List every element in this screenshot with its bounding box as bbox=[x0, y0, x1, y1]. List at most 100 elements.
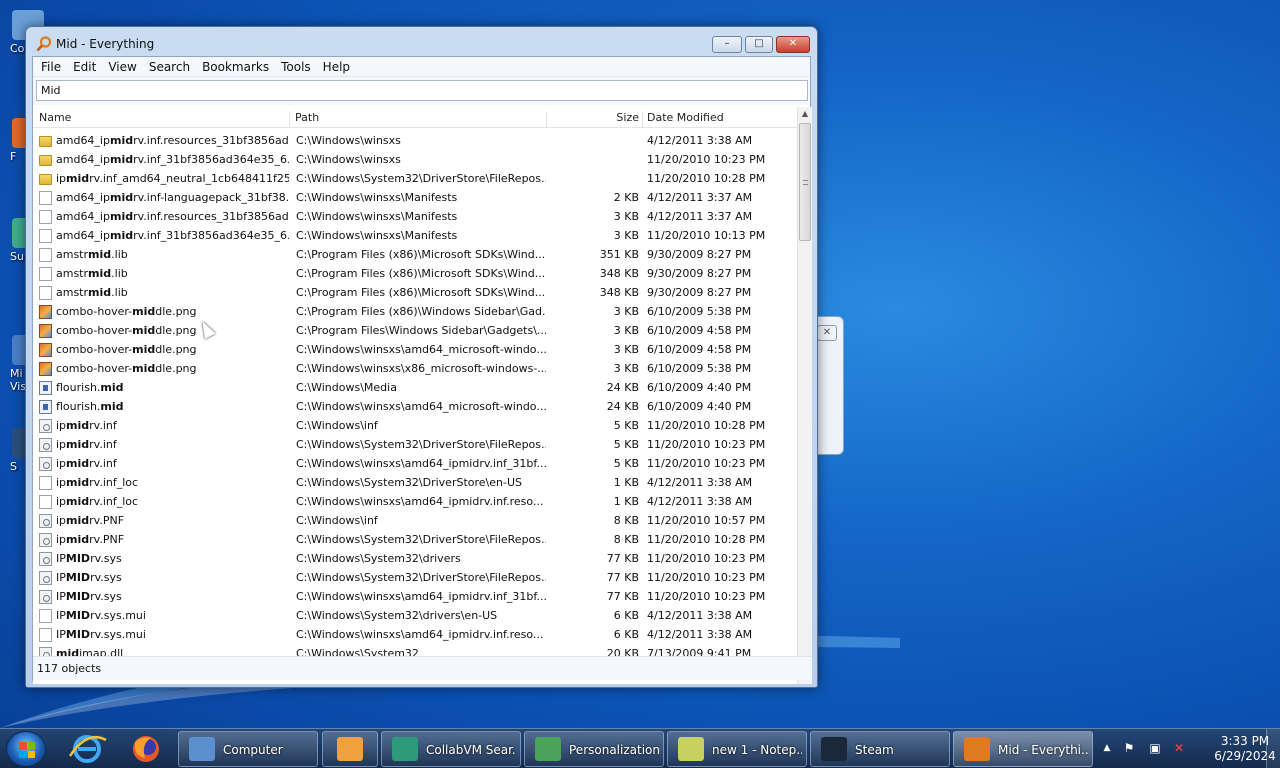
table-row[interactable]: ipmidrv.inf C:\Windows\inf 5 KB 11/20/2010 … bbox=[33, 416, 797, 435]
menu-file[interactable]: File bbox=[35, 60, 67, 74]
search-match-highlight: mid bbox=[66, 533, 90, 546]
task-label: new 1 - Notep... bbox=[712, 743, 802, 757]
column-size[interactable]: Size bbox=[553, 111, 639, 124]
table-row[interactable]: ipmidrv.inf_loc C:\Windows\winsxs\amd64_i… bbox=[33, 492, 797, 511]
windows-logo-icon bbox=[19, 742, 35, 758]
task-computer[interactable]: Computer bbox=[178, 731, 318, 767]
firefox-icon[interactable] bbox=[121, 732, 171, 766]
title-bar[interactable]: Mid - Everything – □ ✕ bbox=[26, 27, 817, 57]
settings-file-icon bbox=[39, 438, 52, 452]
file-name-part: .lib bbox=[111, 267, 128, 280]
task-media-player[interactable] bbox=[322, 731, 378, 767]
table-row[interactable]: amd64_ipmidrv.inf.resources_31bf3856ad3.… bbox=[33, 131, 797, 150]
column-divider[interactable] bbox=[289, 111, 290, 128]
table-row[interactable]: IPMIDrv.sys C:\Windows\winsxs\amd64_ipmid… bbox=[33, 587, 797, 606]
minimize-button[interactable]: – bbox=[712, 36, 742, 53]
close-button[interactable]: ✕ bbox=[776, 36, 810, 53]
column-date-modified[interactable]: Date Modified bbox=[647, 111, 724, 124]
file-name: amd64_ipmidrv.inf_31bf3856ad364e35_6.1..… bbox=[56, 153, 289, 166]
vertical-scrollbar[interactable]: ▲ ▼ bbox=[797, 107, 812, 684]
menu-help[interactable]: Help bbox=[317, 60, 356, 74]
table-row[interactable]: amstrmid.lib C:\Program Files (x86)\Micro… bbox=[33, 283, 797, 302]
table-row[interactable]: combo-hover-middle.png C:\Program Files (… bbox=[33, 302, 797, 321]
table-row[interactable]: amd64_ipmidrv.inf_31bf3856ad364e35_6.1..… bbox=[33, 150, 797, 169]
table-row[interactable]: IPMIDrv.sys.mui C:\Windows\winsxs\amd64_i… bbox=[33, 625, 797, 644]
image-file-icon bbox=[39, 324, 52, 338]
date-modified: 6/10/2009 5:38 PM bbox=[647, 362, 752, 375]
file-path: C:\Windows\System32\DriverStore\FileRepo… bbox=[296, 533, 546, 546]
date-modified: 4/12/2011 3:37 AM bbox=[647, 210, 753, 223]
file-name-part: dle.png bbox=[155, 362, 197, 375]
search-match-highlight: mid bbox=[88, 286, 112, 299]
file-name-part: rv.sys bbox=[90, 552, 122, 565]
menu-search[interactable]: Search bbox=[143, 60, 196, 74]
maximize-button[interactable]: □ bbox=[745, 36, 773, 53]
table-row[interactable]: combo-hover-middle.png C:\Windows\winsxs\… bbox=[33, 340, 797, 359]
table-row[interactable]: ipmidrv.PNF C:\Windows\System32\DriverSto… bbox=[33, 530, 797, 549]
menu-edit[interactable]: Edit bbox=[67, 60, 102, 74]
table-row[interactable]: IPMIDrv.sys C:\Windows\System32\drivers 77… bbox=[33, 549, 797, 568]
table-row[interactable]: flourish.mid C:\Windows\winsxs\amd64_micr… bbox=[33, 397, 797, 416]
table-row[interactable]: amstrmid.lib C:\Program Files (x86)\Micro… bbox=[33, 264, 797, 283]
table-row[interactable]: amstrmid.lib C:\Program Files (x86)\Micro… bbox=[33, 245, 797, 264]
results-list[interactable]: Name Path Size Date Modified amd64_ipmid… bbox=[33, 107, 812, 684]
column-divider[interactable] bbox=[546, 111, 547, 128]
file-path: C:\Windows\System32\DriverStore\FileRepo… bbox=[296, 438, 546, 451]
scrollbar-thumb[interactable] bbox=[799, 123, 811, 241]
date-modified: 11/20/2010 10:23 PM bbox=[647, 552, 766, 565]
task-steam[interactable]: Steam bbox=[810, 731, 950, 767]
file-name-part: rv.sys.mui bbox=[90, 628, 146, 641]
task-notepad[interactable]: new 1 - Notep... bbox=[667, 731, 807, 767]
table-row[interactable]: ipmidrv.inf C:\Windows\System32\DriverSto… bbox=[33, 435, 797, 454]
column-divider[interactable] bbox=[642, 111, 643, 128]
date-modified: 9/30/2009 8:27 PM bbox=[647, 286, 752, 299]
table-row[interactable]: amd64_ipmidrv.inf-languagepack_31bf38...… bbox=[33, 188, 797, 207]
scroll-up-arrow-icon[interactable]: ▲ bbox=[800, 109, 810, 121]
table-row[interactable]: IPMIDrv.sys.mui C:\Windows\System32\drive… bbox=[33, 606, 797, 625]
file-size: 77 KB bbox=[606, 552, 639, 565]
file-name-part: IP bbox=[56, 628, 66, 641]
table-row[interactable]: IPMIDrv.sys C:\Windows\System32\DriverSto… bbox=[33, 568, 797, 587]
table-row[interactable]: ipmidrv.inf_amd64_neutral_1cb648411f252.… bbox=[33, 169, 797, 188]
file-name: amd64_ipmidrv.inf.resources_31bf3856ad3.… bbox=[56, 210, 289, 223]
settings-file-icon bbox=[39, 533, 52, 547]
file-name-part: amd64_ip bbox=[56, 229, 110, 242]
search-match-highlight: mid bbox=[88, 248, 112, 261]
menu-view[interactable]: View bbox=[102, 60, 142, 74]
menu-bookmarks[interactable]: Bookmarks bbox=[196, 60, 275, 74]
search-match-highlight: mid bbox=[66, 476, 90, 489]
file-name-part: rv.inf.resources_31bf3856ad3... bbox=[133, 134, 289, 147]
start-button[interactable] bbox=[6, 731, 46, 767]
close-icon[interactable]: ✕ bbox=[817, 325, 837, 341]
task-collabvm-search[interactable]: CollabVM Sear... bbox=[381, 731, 521, 767]
file-name-part: rv.inf bbox=[89, 438, 117, 451]
internet-explorer-icon[interactable] bbox=[62, 732, 112, 766]
search-match-highlight: mid bbox=[132, 362, 156, 375]
menu-tools[interactable]: Tools bbox=[275, 60, 317, 74]
table-row[interactable]: amd64_ipmidrv.inf.resources_31bf3856ad3.… bbox=[33, 207, 797, 226]
table-row[interactable]: ipmidrv.PNF C:\Windows\inf 8 KB 11/20/2010 … bbox=[33, 511, 797, 530]
file-icon bbox=[39, 495, 52, 509]
settings-file-icon bbox=[39, 552, 52, 566]
task-personalization[interactable]: Personalization bbox=[524, 731, 664, 767]
table-row[interactable]: amd64_ipmidrv.inf_31bf3856ad364e35_6.1..… bbox=[33, 226, 797, 245]
table-row[interactable]: combo-hover-middle.png C:\Program Files\W… bbox=[33, 321, 797, 340]
volume-muted-icon[interactable]: ✕ bbox=[1172, 741, 1186, 755]
table-row[interactable]: ipmidrv.inf_loc C:\Windows\System32\Drive… bbox=[33, 473, 797, 492]
table-row[interactable]: flourish.mid C:\Windows\Media 24 KB 6/10/20… bbox=[33, 378, 797, 397]
search-input[interactable] bbox=[36, 80, 808, 101]
table-row[interactable]: ipmidrv.inf C:\Windows\winsxs\amd64_ipmid… bbox=[33, 454, 797, 473]
column-name[interactable]: Name bbox=[39, 111, 71, 124]
file-path: C:\Program Files (x86)\Windows Sidebar\G… bbox=[296, 305, 546, 318]
show-desktop-button[interactable] bbox=[1266, 729, 1280, 768]
column-path[interactable]: Path bbox=[295, 111, 319, 124]
file-name-part: rv.inf_loc bbox=[89, 495, 139, 508]
table-row[interactable]: combo-hover-middle.png C:\Windows\winsxs\… bbox=[33, 359, 797, 378]
notepad-icon bbox=[678, 737, 704, 761]
network-icon[interactable]: ▣ bbox=[1148, 741, 1162, 755]
file-size: 3 KB bbox=[613, 343, 639, 356]
action-center-flag-icon[interactable]: ⚑ bbox=[1122, 741, 1136, 755]
show-hidden-icons-icon[interactable]: ▲ bbox=[1100, 741, 1114, 755]
file-path: C:\Windows\winsxs\Manifests bbox=[296, 210, 458, 223]
task-everything[interactable]: Mid - Everythi... bbox=[953, 731, 1093, 767]
